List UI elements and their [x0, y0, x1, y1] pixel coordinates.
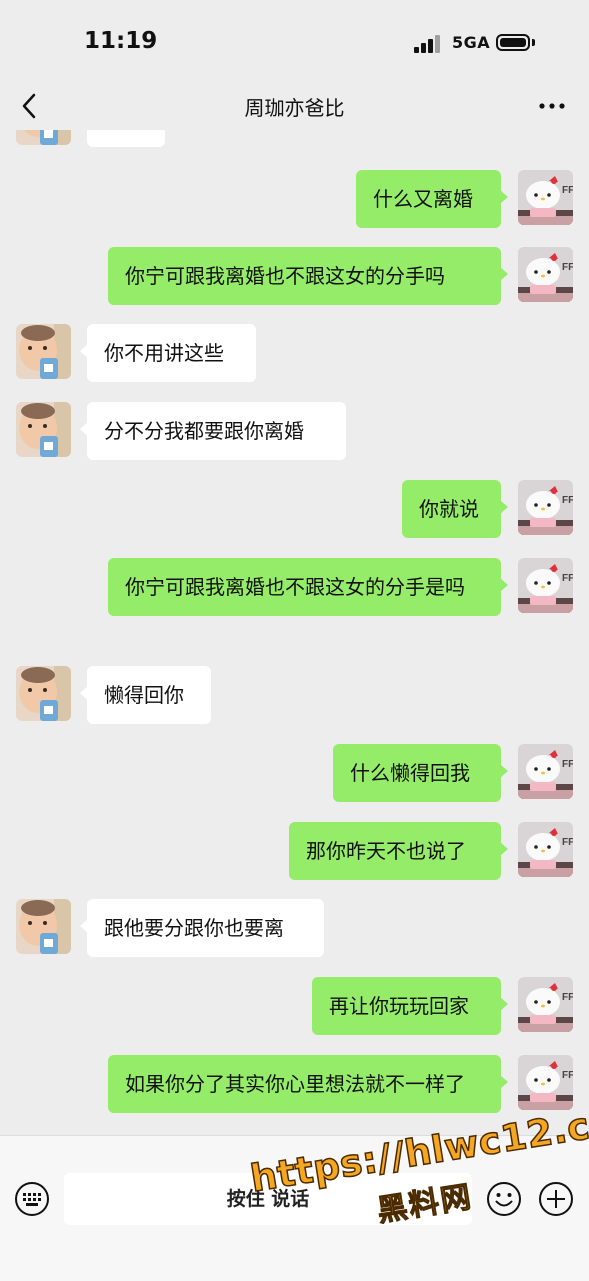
battery-tip	[532, 39, 535, 46]
message-bubble-in[interactable]: 分不分我都要跟你离婚	[80, 402, 346, 460]
my-avatar[interactable]	[518, 558, 573, 613]
message-bubble-in[interactable]: 懒得回你	[80, 666, 211, 724]
my-avatar[interactable]	[518, 822, 573, 877]
contact-avatar[interactable]	[16, 666, 71, 721]
message-bubble-in[interactable]: 你不用讲这些	[80, 324, 256, 382]
message-bubble-out[interactable]: 再让你玩玩回家	[312, 977, 508, 1035]
message-bubble-in[interactable]	[87, 130, 165, 147]
message-bubble-out[interactable]: 什么又离婚	[356, 170, 508, 228]
my-avatar[interactable]	[518, 744, 573, 799]
contact-avatar[interactable]	[16, 899, 71, 954]
my-avatar[interactable]	[518, 480, 573, 535]
message-list[interactable]: 什么又离婚 你宁可跟我离婚也不跟这女的分手吗 你不用讲这些 分不分我都要跟你离婚…	[0, 130, 589, 1135]
network-type: 5GA	[452, 33, 491, 52]
message-bubble-out[interactable]: 如果你分了其实你心里想法就不一样了	[108, 1055, 508, 1113]
my-avatar[interactable]	[518, 247, 573, 302]
keyboard-icon[interactable]	[14, 1181, 50, 1217]
my-avatar[interactable]	[518, 170, 573, 225]
contact-avatar[interactable]	[16, 324, 71, 379]
status-bar: 11:19 5GA	[0, 0, 589, 88]
watermark-name: 黑料网	[374, 1179, 476, 1230]
message-bubble-out[interactable]: 什么懒得回我	[333, 744, 508, 802]
contact-avatar[interactable]	[16, 402, 71, 457]
nav-bar: 周珈亦爸比	[0, 82, 589, 130]
message-bubble-out[interactable]: 你宁可跟我离婚也不跟这女的分手是吗	[108, 558, 508, 616]
chat-title: 周珈亦爸比	[244, 96, 345, 120]
my-avatar[interactable]	[518, 977, 573, 1032]
message-bubble-in[interactable]: 跟他要分跟你也要离	[80, 899, 324, 957]
battery-icon	[496, 34, 530, 51]
message-bubble-out[interactable]: 你宁可跟我离婚也不跟这女的分手吗	[108, 247, 508, 305]
contact-avatar[interactable]	[16, 130, 71, 145]
signal-icon	[414, 33, 442, 53]
more-icon[interactable]	[536, 96, 568, 116]
message-bubble-out[interactable]: 你就说	[402, 480, 508, 538]
message-bubble-out[interactable]: 那你昨天不也说了	[289, 822, 508, 880]
status-time: 11:19	[84, 28, 158, 54]
